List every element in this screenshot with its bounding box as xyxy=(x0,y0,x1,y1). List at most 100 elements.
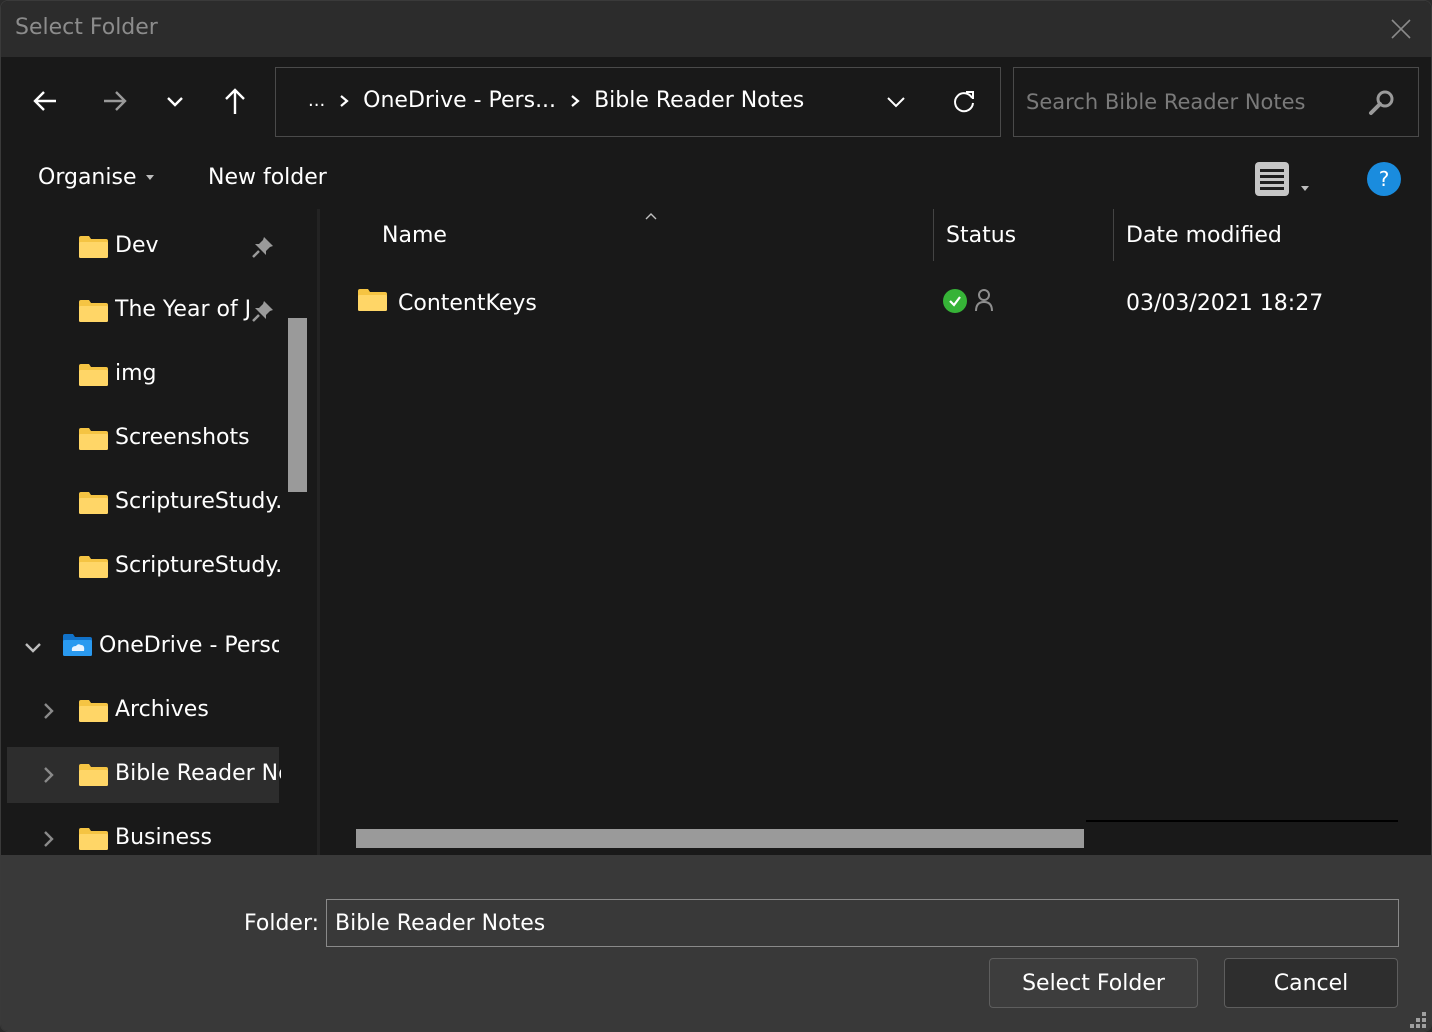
nav-item-label: OneDrive - Perso xyxy=(99,633,279,658)
nav-item-dev[interactable]: Dev xyxy=(7,219,279,275)
nav-item-scripturestudy-1[interactable]: ScriptureStudy.I xyxy=(7,475,281,531)
navigation-bar: ... OneDrive - Pers... Bible Reader Note… xyxy=(1,57,1431,149)
column-divider[interactable] xyxy=(933,209,934,261)
breadcrumb: ... OneDrive - Pers... Bible Reader Note… xyxy=(308,88,804,113)
column-header-status[interactable]: Status xyxy=(946,209,1111,261)
expand-chevron[interactable] xyxy=(39,701,59,721)
onedrive-folder-icon xyxy=(63,634,92,656)
command-bar: Organise New folder ? xyxy=(1,149,1431,209)
folder-icon xyxy=(358,289,387,311)
close-icon xyxy=(1391,19,1411,39)
file-row[interactable]: ContentKeys 03/03/2021 18:27 xyxy=(350,279,1410,327)
close-button[interactable] xyxy=(1381,9,1421,49)
expand-chevron[interactable] xyxy=(23,637,43,657)
file-list: Name Status Date modified ContentKeys 03… xyxy=(320,209,1431,855)
details-view-icon xyxy=(1260,168,1284,172)
new-folder-button[interactable]: New folder xyxy=(208,165,327,190)
organise-button[interactable]: Organise xyxy=(38,165,155,190)
nav-item-archives[interactable]: Archives xyxy=(7,683,279,739)
folder-icon xyxy=(79,556,108,578)
folder-icon xyxy=(79,764,108,786)
address-bar[interactable]: ... OneDrive - Pers... Bible Reader Note… xyxy=(275,67,1001,137)
horizontal-scrollbar[interactable] xyxy=(356,829,1084,848)
dropdown-caret-icon xyxy=(146,175,155,180)
search-icon[interactable] xyxy=(1366,88,1396,118)
dialog-title: Select Folder xyxy=(15,15,158,40)
nav-item-onedrive[interactable]: OneDrive - Perso xyxy=(7,619,279,675)
nav-item-screenshots[interactable]: Screenshots xyxy=(7,411,279,467)
arrow-up-icon xyxy=(225,88,245,114)
folder-input[interactable] xyxy=(327,900,1398,946)
chevron-right-icon xyxy=(44,767,54,783)
chevron-down-icon xyxy=(167,97,183,107)
folder-icon xyxy=(79,364,108,386)
folder-field[interactable] xyxy=(326,899,1399,947)
search-input[interactable] xyxy=(1014,68,1354,136)
sync-ok-icon xyxy=(943,289,967,313)
horizontal-scroll-track xyxy=(1086,820,1398,822)
breadcrumb-separator-icon[interactable] xyxy=(570,94,580,108)
change-view-button[interactable] xyxy=(1255,162,1289,196)
nav-item-label: ScriptureStudy.I xyxy=(115,553,281,578)
breadcrumb-item-current[interactable]: Bible Reader Notes xyxy=(594,88,804,113)
folder-label: Folder: xyxy=(244,911,320,936)
column-header-name[interactable]: Name xyxy=(382,209,930,261)
pin-icon[interactable] xyxy=(251,299,275,323)
chevron-down-icon xyxy=(25,643,41,653)
folder-icon xyxy=(79,236,108,258)
folder-icon xyxy=(79,700,108,722)
refresh-icon xyxy=(954,91,974,113)
pin-icon[interactable] xyxy=(251,235,275,259)
shared-person-icon xyxy=(975,289,993,312)
file-date-modified: 03/03/2021 18:27 xyxy=(1126,291,1324,316)
nav-item-label: Business xyxy=(115,825,213,850)
breadcrumb-item-onedrive[interactable]: OneDrive - Pers... xyxy=(363,88,556,113)
column-divider[interactable] xyxy=(1113,209,1114,261)
select-folder-button[interactable]: Select Folder xyxy=(989,958,1198,1008)
dropdown-caret-icon xyxy=(1301,186,1309,191)
forward-button[interactable] xyxy=(93,79,137,123)
search-box[interactable] xyxy=(1013,67,1419,137)
nav-item-label: The Year of J xyxy=(115,297,249,322)
chevron-right-icon xyxy=(44,831,54,847)
breadcrumb-overflow[interactable]: ... xyxy=(308,90,325,111)
select-folder-dialog: Select Folder ... OneDrive - Pers... Bib… xyxy=(0,0,1432,1032)
nav-item-label: ScriptureStudy.I xyxy=(115,489,281,514)
title-bar: Select Folder xyxy=(1,1,1431,57)
arrow-right-icon xyxy=(104,91,127,111)
expand-chevron[interactable] xyxy=(39,829,59,849)
chevron-right-icon xyxy=(44,703,54,719)
footer-panel: Folder: Select Folder Cancel xyxy=(1,855,1431,1031)
file-name: ContentKeys xyxy=(398,291,537,316)
breadcrumb-separator-icon[interactable] xyxy=(339,94,349,108)
column-header-date-modified[interactable]: Date modified xyxy=(1126,209,1406,261)
nav-item-label: Archives xyxy=(115,697,209,722)
address-history-button[interactable] xyxy=(876,82,916,122)
nav-item-img[interactable]: img xyxy=(7,347,279,403)
nav-item-label: Screenshots xyxy=(115,425,250,450)
folder-icon xyxy=(79,428,108,450)
new-folder-label: New folder xyxy=(208,165,327,190)
back-button[interactable] xyxy=(23,79,67,123)
up-button[interactable] xyxy=(213,79,257,123)
refresh-button[interactable] xyxy=(944,82,984,122)
resize-grip-icon[interactable] xyxy=(1409,1011,1427,1029)
nav-item-label: img xyxy=(115,361,157,386)
chevron-down-icon xyxy=(887,97,905,108)
nav-item-scripturestudy-2[interactable]: ScriptureStudy.I xyxy=(7,539,281,595)
navigation-pane: Dev The Year of J img Screenshots Script… xyxy=(1,209,317,855)
nav-item-label: Bible Reader Nc xyxy=(115,761,281,786)
cancel-button[interactable]: Cancel xyxy=(1224,958,1398,1008)
recent-locations-button[interactable] xyxy=(153,79,197,123)
folder-icon xyxy=(79,828,108,850)
nav-item-the-year-of[interactable]: The Year of J xyxy=(7,283,279,339)
view-options-dropdown[interactable] xyxy=(1301,176,1309,195)
arrow-left-icon xyxy=(33,91,56,111)
folder-icon xyxy=(79,492,108,514)
navigation-pane-scrollbar[interactable] xyxy=(288,318,307,492)
nav-item-bible-reader-notes[interactable]: Bible Reader Nc xyxy=(7,747,281,803)
expand-chevron[interactable] xyxy=(39,765,59,785)
help-button[interactable]: ? xyxy=(1367,162,1401,196)
folder-icon xyxy=(79,300,108,322)
nav-item-business[interactable]: Business xyxy=(7,811,279,855)
